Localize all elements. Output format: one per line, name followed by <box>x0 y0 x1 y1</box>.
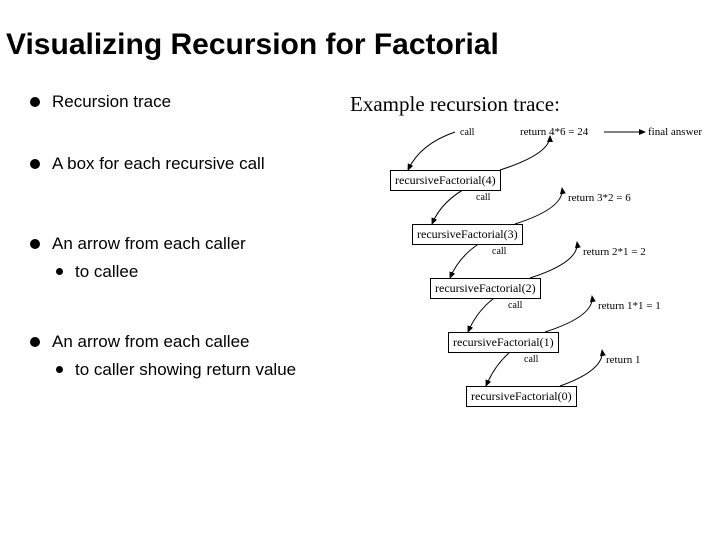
call-box-1: recursiveFactorial(1) <box>448 332 559 353</box>
call-label: call <box>476 192 490 203</box>
list-item: A box for each recursive call <box>30 154 350 174</box>
bullet-icon <box>30 337 40 347</box>
final-answer-label: final answer <box>648 126 702 138</box>
list-item: An arrow from each callee to caller show… <box>30 332 350 380</box>
example-title: Example recursion trace: <box>350 92 708 117</box>
call-label: call <box>460 127 474 138</box>
return-label: return 1 <box>606 354 641 366</box>
bullet-icon <box>30 239 40 249</box>
return-label: return 4*6 = 24 <box>520 126 588 138</box>
bullet-text: An arrow from each caller <box>52 234 246 254</box>
sub-list-item: to caller showing return value <box>56 360 350 380</box>
sub-list-item: to callee <box>56 262 350 282</box>
call-label: call <box>524 354 538 365</box>
bullet-text: to callee <box>75 262 138 282</box>
bullet-text: A box for each recursive call <box>52 154 265 174</box>
list-item: An arrow from each caller to callee <box>30 234 350 282</box>
bullet-icon <box>30 159 40 169</box>
call-box-0: recursiveFactorial(0) <box>466 386 577 407</box>
bullet-text: to caller showing return value <box>75 360 296 380</box>
call-box-2: recursiveFactorial(2) <box>430 278 541 299</box>
bullet-text: Recursion trace <box>52 92 171 112</box>
return-label: return 3*2 = 6 <box>568 192 631 204</box>
return-label: return 2*1 = 2 <box>583 246 646 258</box>
return-label: return 1*1 = 1 <box>598 300 661 312</box>
bullet-text: An arrow from each callee <box>52 332 249 352</box>
call-label: call <box>492 246 506 257</box>
call-box-3: recursiveFactorial(3) <box>412 224 523 245</box>
diagram-area: Example recursion trace: call call <box>350 92 708 492</box>
content-area: Recursion trace A box for each recursive… <box>0 62 720 492</box>
bullet-icon <box>56 366 63 373</box>
page-title: Visualizing Recursion for Factorial <box>0 0 720 62</box>
bullet-list: Recursion trace A box for each recursive… <box>30 92 350 492</box>
list-item: Recursion trace <box>30 92 350 112</box>
call-label: call <box>508 300 522 311</box>
bullet-icon <box>56 268 63 275</box>
call-box-4: recursiveFactorial(4) <box>390 170 501 191</box>
bullet-icon <box>30 97 40 107</box>
